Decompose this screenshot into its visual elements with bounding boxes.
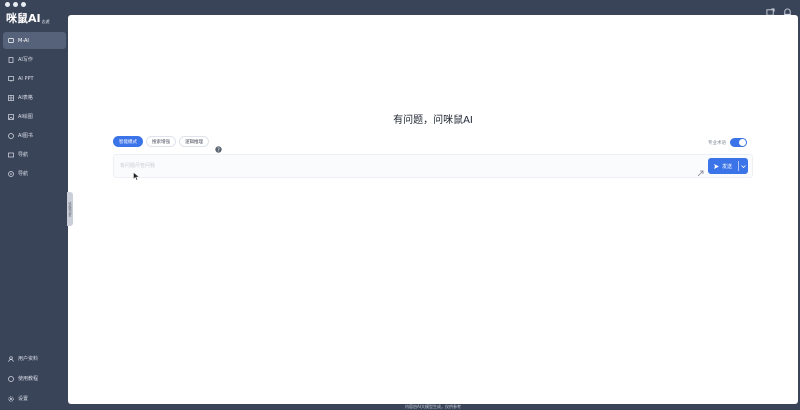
sidebar-item-label: AI表格 [18,95,33,101]
logo-text: 咪鼠AI [6,12,41,25]
send-icon [714,163,719,169]
sidebar-item-user-profile[interactable]: 用户资料 [3,350,66,367]
user-icon [8,355,14,362]
sidebar-item-navigation[interactable]: 导航 [3,165,66,182]
sidebar-item-ai-writing[interactable]: AI写作 [3,51,66,68]
expand-icon[interactable] [697,162,704,177]
sidebar-item-ai-drawing[interactable]: AI绘图 [3,108,66,125]
chat-input-box: 发送 [113,154,753,181]
image-icon [8,113,14,120]
mode-smart-button[interactable]: 智能模式 [113,136,143,147]
sidebar-bottom-nav: 用户资料 使用教程 设置 [3,350,66,410]
sidebar-item-settings[interactable]: 设置 [3,390,66,407]
document-icon [8,56,14,63]
sidebar: 咪鼠AI 志遊 M-AI AI写作 AI PPT AI表格 AI绘图 AI图书 [0,10,68,410]
sidebar-item-compass[interactable]: 导航 [3,146,66,163]
main-panel: 有问题，问咪鼠AI 智能模式 搜索增强 逻辑推理 ? 专业术语 发送 [68,15,798,404]
book-icon [8,132,14,139]
sidebar-item-label: AI图书 [18,133,33,139]
sidebar-collapse-tab[interactable]: 收起侧边栏 [67,192,73,226]
gear-icon [8,395,14,402]
app-logo: 咪鼠AI 志遊 [6,10,50,26]
toggle-label: 专业术语 [708,140,726,146]
sidebar-item-label: 设置 [18,396,29,402]
window-minimize-dot[interactable] [13,2,18,7]
sidebar-item-ai-table[interactable]: AI表格 [3,89,66,106]
sidebar-item-label: AI写作 [18,57,33,63]
sidebar-item-label: 导航 [18,152,29,158]
mode-selector: 智能模式 搜索增强 逻辑推理 ? [113,136,222,153]
send-dropdown-button[interactable] [739,164,748,169]
sidebar-nav: M-AI AI写作 AI PPT AI表格 AI绘图 AI图书 导航 导航 [3,32,66,184]
footer-disclaimer: 内容由AI大模型生成，仅供参考 [405,404,461,409]
table-icon [8,94,14,101]
sidebar-item-label: M-AI [18,37,29,44]
sidebar-item-label: 用户资料 [18,356,39,362]
window-controls [5,2,26,7]
chevron-down-icon [741,164,746,168]
chat-icon [8,37,14,44]
mouse-cursor-icon [133,166,140,181]
chat-input[interactable] [120,160,680,172]
professional-toggle-switch[interactable] [730,138,747,147]
mode-search-button[interactable]: 搜索增强 [146,136,176,147]
svg-text:?: ? [217,147,220,153]
sidebar-item-label: AI PPT [18,75,34,82]
sidebar-item-m-ai[interactable]: M-AI [3,32,66,49]
window-close-dot[interactable] [5,2,10,7]
collapse-tab-label: 收起侧边栏 [68,201,72,217]
sidebar-item-label: 导航 [18,171,29,177]
presentation-icon [8,75,14,82]
page-title: 有问题，问咪鼠AI [393,115,473,126]
help-circle-icon [8,375,14,382]
question-icon[interactable]: ? [215,138,222,153]
send-label: 发送 [722,163,733,170]
sidebar-item-ai-book[interactable]: AI图书 [3,127,66,144]
sidebar-item-label: AI绘图 [18,114,33,120]
sidebar-item-ai-ppt[interactable]: AI PPT [3,70,66,87]
window-maximize-dot[interactable] [21,2,26,7]
mode-reasoning-button[interactable]: 逻辑推理 [179,136,209,147]
navigation-icon [8,170,14,177]
compass-icon [8,152,14,158]
send-button[interactable]: 发送 [708,158,748,174]
sidebar-item-tutorial[interactable]: 使用教程 [3,370,66,387]
professional-toggle: 专业术语 [708,138,747,147]
logo-subtext: 志遊 [41,19,50,24]
sidebar-item-label: 使用教程 [18,376,39,382]
send-main[interactable]: 发送 [708,163,738,170]
